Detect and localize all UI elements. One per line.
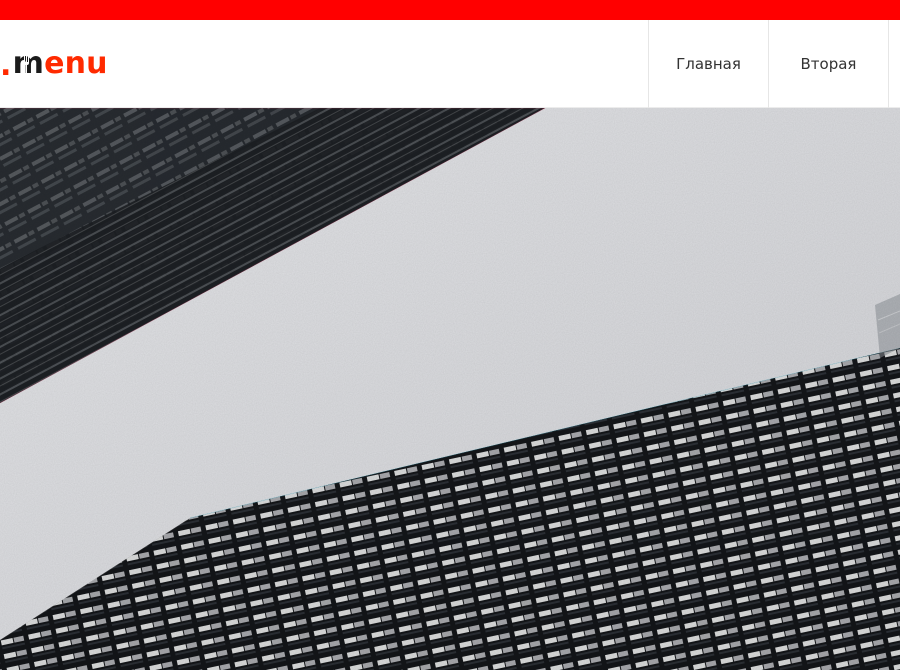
site-header: . m enu Главная Вторая [0, 20, 900, 108]
nav-item-overflow[interactable] [888, 20, 900, 108]
nav-item-second[interactable]: Вторая [768, 20, 888, 108]
logo-m: m [13, 49, 44, 79]
nav-item-home[interactable]: Главная [648, 20, 768, 108]
fork-icon [23, 56, 29, 73]
nav-item-label: Главная [676, 55, 741, 73]
top-accent-bar [0, 0, 900, 20]
hero-image [0, 108, 900, 670]
site-logo[interactable]: . m enu [0, 44, 108, 84]
logo-rest: enu [44, 46, 108, 81]
hero-architecture-illustration [0, 108, 900, 670]
logo-dot: . [0, 48, 12, 83]
top-navigation: Главная Вторая [648, 20, 900, 108]
nav-item-label: Вторая [800, 55, 857, 73]
